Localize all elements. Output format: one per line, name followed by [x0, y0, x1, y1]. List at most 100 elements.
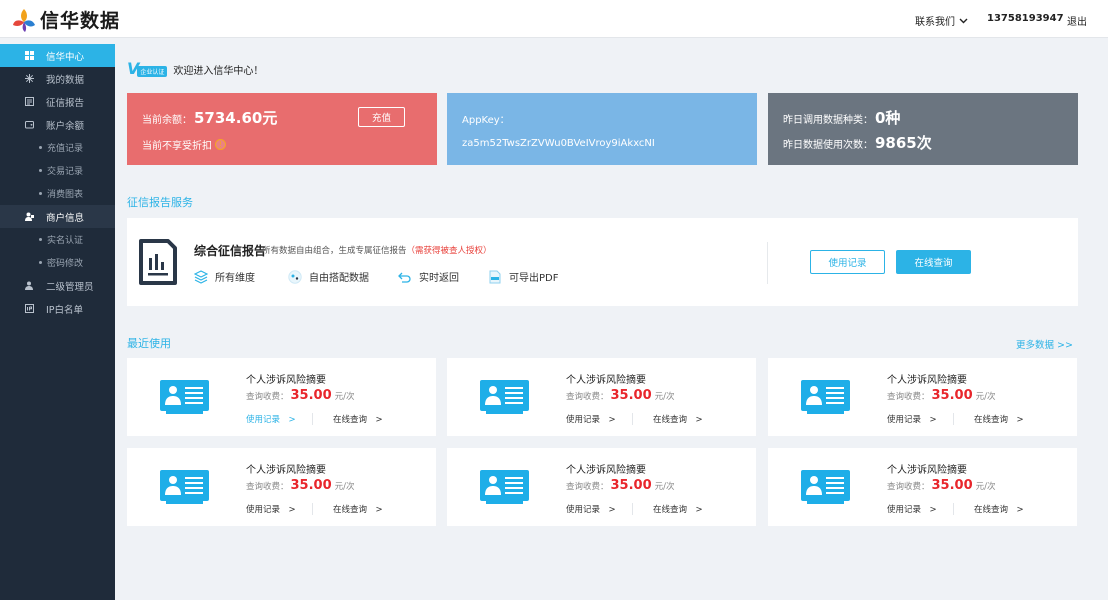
- bullet-icon: [39, 169, 42, 172]
- contact-menu[interactable]: 联系我们: [915, 13, 968, 28]
- usage-records-link[interactable]: 使用记录 >: [887, 413, 953, 425]
- appkey-card: AppKey： za5m52TwsZrZVWu0BVeIVroy9iAkxcNI: [447, 93, 757, 165]
- dashboard-icon: [25, 51, 34, 60]
- sidebar-item-credit-report[interactable]: 征信报告: [0, 90, 115, 113]
- feature-realtime: 实时返回: [398, 269, 488, 284]
- online-query-button[interactable]: 在线查询: [896, 250, 971, 274]
- id-card-icon: [801, 470, 850, 504]
- return-icon: [398, 272, 411, 283]
- sidebar-item-label: 我的数据: [46, 74, 85, 86]
- recharge-button[interactable]: 充值: [358, 107, 405, 127]
- online-query-link[interactable]: 在线查询 >: [653, 413, 719, 425]
- online-query-link[interactable]: 在线查询 >: [333, 413, 399, 425]
- bullet-icon: [39, 192, 42, 195]
- sidebar-item-transactions[interactable]: 交易记录: [0, 159, 115, 182]
- appkey-value: za5m52TwsZrZVWu0BVeIVroy9iAkxcNI: [462, 138, 655, 149]
- sidebar-item-realname[interactable]: 实名认证: [0, 228, 115, 251]
- sidebar-item-password[interactable]: 密码修改: [0, 251, 115, 274]
- feature-label: 自由搭配数据: [309, 273, 369, 284]
- more-data-link[interactable]: 更多数据 >>: [1016, 337, 1073, 351]
- top-header: 信华数据 联系我们 13758193947 退出: [0, 0, 1108, 38]
- price-amount: 35.00: [290, 478, 332, 493]
- id-card-icon: [160, 470, 209, 504]
- sidebar-item-label: 交易记录: [47, 167, 84, 177]
- sidebar-item-label: 账户余额: [46, 120, 85, 132]
- usage-records-link[interactable]: 使用记录 >: [246, 503, 312, 515]
- price-unit: 元/次: [975, 482, 996, 492]
- report-chart-icon: [139, 239, 177, 285]
- recent-section-title: 最近使用: [127, 337, 171, 350]
- product-description: 所有数据自由组合，生成专属征信报告（需获得被查人授权）: [262, 244, 492, 256]
- online-query-link[interactable]: 在线查询 >: [974, 503, 1040, 515]
- discount-label: 当前不享受折扣: [142, 141, 212, 152]
- sidebar-item-recharge-records[interactable]: 充值记录: [0, 136, 115, 159]
- divider: [953, 503, 954, 515]
- card-price: 查询收费： 35.00 元/次: [246, 478, 355, 493]
- brand-logo[interactable]: 信华数据: [12, 6, 120, 33]
- card-actions: 使用记录 > 在线查询 >: [887, 413, 1040, 425]
- balance-line: 当前余额： 5734.60元: [142, 107, 277, 128]
- card-title: 个人涉诉风险摘要: [566, 375, 646, 386]
- divider: [632, 503, 633, 515]
- welcome-banner: V 企业认证 欢迎进入信华中心！: [127, 61, 263, 77]
- online-query-link[interactable]: 在线查询 >: [333, 503, 399, 515]
- info-icon[interactable]: !: [215, 139, 226, 150]
- sidebar-item-ip-whitelist[interactable]: IP白名单: [0, 297, 115, 320]
- usage-records-link[interactable]: 使用记录 >: [566, 503, 632, 515]
- card-actions: 使用记录 > 在线查询 >: [566, 413, 719, 425]
- divider: [312, 413, 313, 425]
- recent-card: 个人涉诉风险摘要 查询收费： 35.00 元/次 使用记录 > 在线查询 >: [768, 358, 1077, 436]
- sidebar-item-center[interactable]: 信华中心: [0, 44, 115, 67]
- report-icon: [25, 97, 34, 106]
- usage-records-link[interactable]: 使用记录 >: [566, 413, 632, 425]
- contact-label: 联系我们: [915, 17, 955, 28]
- merchant-icon: [25, 212, 34, 221]
- usage-records-button[interactable]: 使用记录: [810, 250, 885, 274]
- recent-card: 个人涉诉风险摘要 查询收费： 35.00 元/次 使用记录 > 在线查询 >: [447, 358, 756, 436]
- sidebar-item-balance[interactable]: 账户余额: [0, 113, 115, 136]
- sidebar-item-sub-admin[interactable]: 二级管理员: [0, 274, 115, 297]
- sidebar-item-merchant[interactable]: 商户信息: [0, 205, 115, 228]
- sidebar-item-label: 信华中心: [46, 51, 85, 63]
- logout-link[interactable]: 退出: [1067, 13, 1087, 28]
- price-amount: 35.00: [931, 478, 973, 493]
- card-price: 查询收费： 35.00 元/次: [566, 388, 675, 403]
- price-amount: 35.00: [610, 478, 652, 493]
- card-title: 个人涉诉风险摘要: [246, 465, 326, 476]
- usage-records-link[interactable]: 使用记录 >: [246, 413, 312, 425]
- card-price: 查询收费： 35.00 元/次: [887, 478, 996, 493]
- divider: [953, 413, 954, 425]
- id-card-icon: [801, 380, 850, 414]
- snowflake-icon: [25, 74, 34, 83]
- online-query-link[interactable]: 在线查询 >: [653, 503, 719, 515]
- online-query-link[interactable]: 在线查询 >: [974, 413, 1040, 425]
- chevron-down-icon: [959, 18, 968, 23]
- fee-label: 查询收费：: [566, 392, 609, 402]
- product-desc-text: 所有数据自由组合，生成专属征信报告: [262, 246, 407, 256]
- usage-records-link[interactable]: 使用记录 >: [887, 503, 953, 515]
- fee-label: 查询收费：: [887, 392, 930, 402]
- sidebar-item-my-data[interactable]: 我的数据: [0, 67, 115, 90]
- id-card-icon: [160, 380, 209, 414]
- price-amount: 35.00: [931, 388, 973, 403]
- fee-label: 查询收费：: [246, 482, 289, 492]
- card-price: 查询收费： 35.00 元/次: [887, 388, 996, 403]
- price-unit: 元/次: [334, 482, 355, 492]
- usage-card: 昨日调用数据种类： 0种 昨日数据使用次数： 9865次: [768, 93, 1078, 165]
- card-title: 个人涉诉风险摘要: [887, 465, 967, 476]
- price-unit: 元/次: [334, 392, 355, 402]
- sidebar-item-label: IP白名单: [46, 304, 84, 316]
- bullet-icon: [39, 261, 42, 264]
- price-unit: 元/次: [654, 392, 675, 402]
- feature-list: 所有维度 自由搭配数据 实时返回 可导出PDF: [194, 269, 558, 284]
- card-title: 个人涉诉风险摘要: [887, 375, 967, 386]
- price-amount: 35.00: [610, 388, 652, 403]
- mix-icon: [288, 269, 302, 284]
- sidebar-item-consumption-chart[interactable]: 消费图表: [0, 182, 115, 205]
- pdf-icon: [489, 270, 501, 283]
- wallet-icon: [25, 121, 34, 129]
- card-title: 个人涉诉风险摘要: [566, 465, 646, 476]
- price-unit: 元/次: [975, 392, 996, 402]
- feature-all-dimensions: 所有维度: [194, 269, 288, 284]
- service-panel: 综合征信报告 所有数据自由组合，生成专属征信报告（需获得被查人授权） 所有维度 …: [127, 218, 1078, 306]
